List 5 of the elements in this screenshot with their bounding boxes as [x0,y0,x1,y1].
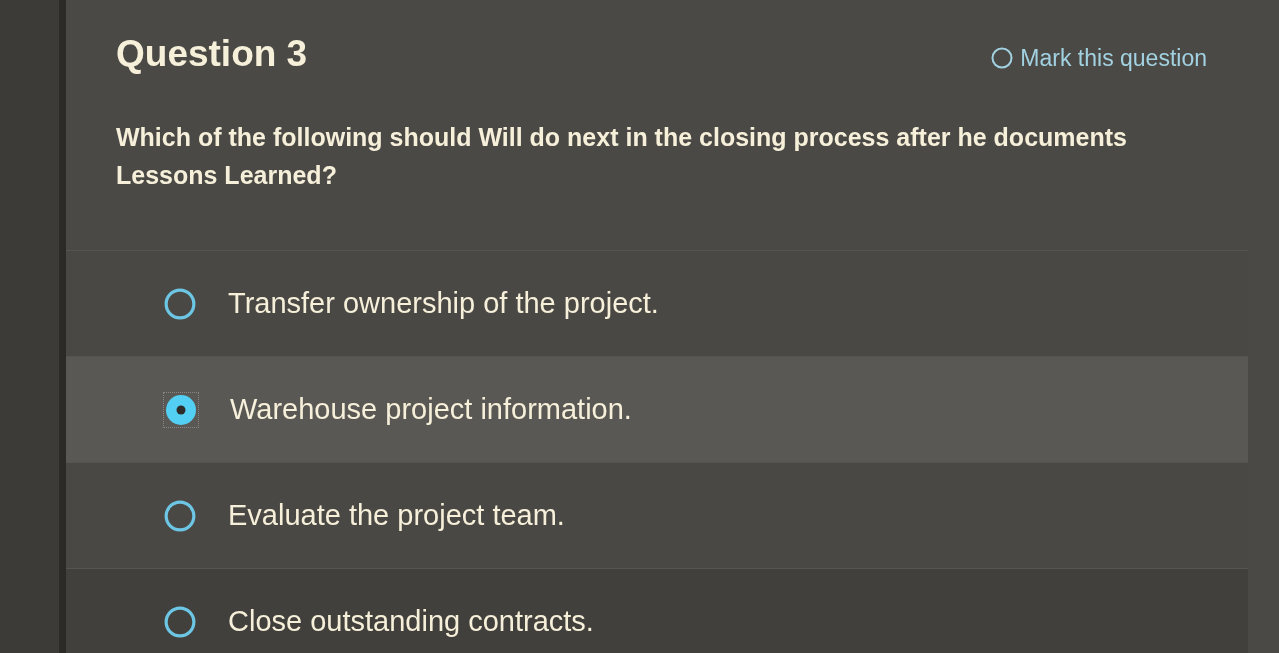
answer-option[interactable]: Close outstanding contracts. [66,568,1248,653]
answer-option[interactable]: Warehouse project information. [66,356,1248,462]
question-title: Question 3 [116,34,308,74]
mark-question-toggle[interactable]: Mark this question [991,44,1207,72]
question-text: Which of the following should Will do next in the closing process after he documents Lessons Learned? [115,122,1128,191]
